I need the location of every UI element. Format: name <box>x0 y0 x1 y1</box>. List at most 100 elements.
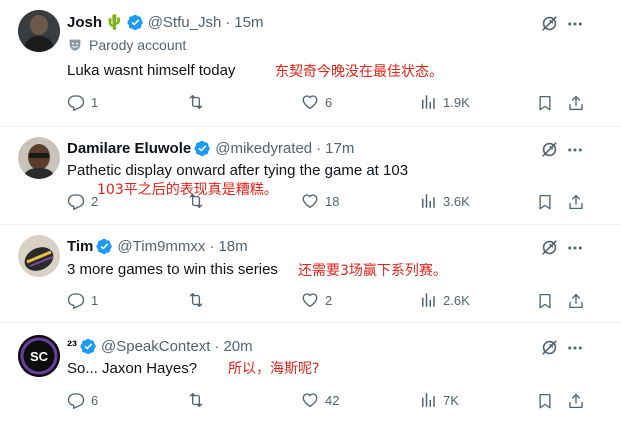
timestamp[interactable]: 17m <box>325 140 354 157</box>
like-button[interactable]: 6 <box>301 93 332 111</box>
reply-count: 6 <box>91 392 99 408</box>
verified-badge-icon <box>127 14 144 31</box>
reply-button[interactable]: 2 <box>67 192 98 210</box>
repost-icon <box>187 192 205 210</box>
translation-note: 还需要3场赢下系列赛。 <box>298 263 447 279</box>
views-count: 7K <box>443 392 459 408</box>
avatar-tim[interactable] <box>18 235 60 277</box>
like-icon <box>301 291 319 309</box>
repost-icon <box>187 391 205 409</box>
tweet-text: Pathetic display onward after tying the … <box>67 162 409 179</box>
like-count: 42 <box>325 392 340 408</box>
reply-count: 2 <box>91 193 99 209</box>
user-handle[interactable]: @SpeakContext <box>101 338 210 355</box>
views-button[interactable]: 2.6K <box>419 291 470 309</box>
action-bar: 6 42 7K <box>0 391 621 411</box>
parody-text: Parody account <box>89 37 187 53</box>
display-name[interactable]: Damilare Eluwole <box>67 140 191 157</box>
bookmark-icon[interactable] <box>536 292 554 310</box>
views-button[interactable]: 1.9K <box>419 93 470 111</box>
display-name[interactable]: Josh <box>67 14 102 31</box>
action-bar: 2 18 3.6K <box>0 192 621 212</box>
tweet-damilare[interactable]: Damilare Eluwole @mikedyrated · 17m Path… <box>0 127 621 224</box>
tweet-josh[interactable]: Josh 🌵 @Stfu_Jsh · 15m Parody account Lu… <box>0 0 621 126</box>
user-handle[interactable]: @Stfu_Jsh <box>148 14 222 31</box>
avatar-initials: SC <box>30 349 49 364</box>
bookmark-icon[interactable] <box>536 94 554 112</box>
separator-dot: · <box>225 13 231 31</box>
bookmark-icon[interactable] <box>536 392 554 410</box>
repost-icon <box>187 291 205 309</box>
repost-button[interactable] <box>187 93 211 111</box>
share-icon[interactable] <box>567 292 585 310</box>
action-bar: 1 2 2.6K <box>0 291 621 311</box>
like-icon <box>301 192 319 210</box>
more-icon[interactable] <box>566 15 584 33</box>
tweet-text: Luka wasnt himself today <box>67 62 236 79</box>
like-count: 2 <box>325 292 333 308</box>
bookmark-icon[interactable] <box>536 193 554 211</box>
separator-dot: · <box>316 139 322 157</box>
tweet-header: ²³ @SpeakContext · 20m <box>67 336 253 356</box>
grok-icon[interactable] <box>540 140 559 159</box>
reply-icon <box>67 391 85 409</box>
reply-icon <box>67 291 85 309</box>
views-count: 1.9K <box>443 94 470 110</box>
like-icon <box>301 391 319 409</box>
views-button[interactable]: 3.6K <box>419 192 470 210</box>
separator-dot: · <box>214 337 220 355</box>
translation-note: 所以，海斯呢? <box>228 361 320 377</box>
like-button[interactable]: 18 <box>301 192 339 210</box>
like-button[interactable]: 2 <box>301 291 332 309</box>
avatar-josh[interactable] <box>18 10 60 52</box>
verified-badge-icon <box>194 140 211 157</box>
timestamp[interactable]: 20m <box>223 338 252 355</box>
tweet-header: Josh 🌵 @Stfu_Jsh · 15m <box>67 12 263 32</box>
views-icon <box>419 291 437 309</box>
tweet-speakcontext[interactable]: SC ²³ @SpeakContext · 20m So... Jaxon Ha… <box>0 323 621 427</box>
views-icon <box>419 93 437 111</box>
grok-icon[interactable] <box>540 238 559 257</box>
repost-icon <box>187 93 205 111</box>
reply-icon <box>67 93 85 111</box>
verified-badge-icon <box>80 338 97 355</box>
tweet-tim[interactable]: Tim @Tim9mmxx · 18m 3 more games to win … <box>0 225 621 322</box>
grok-icon[interactable] <box>540 338 559 357</box>
repost-button[interactable] <box>187 291 211 309</box>
share-icon[interactable] <box>567 193 585 211</box>
tweet-header: Tim @Tim9mmxx · 18m <box>67 236 248 256</box>
share-icon[interactable] <box>567 94 585 112</box>
repost-button[interactable] <box>187 391 211 409</box>
more-icon[interactable] <box>566 239 584 257</box>
cactus-emoji-icon: 🌵 <box>105 14 124 31</box>
reply-button[interactable]: 6 <box>67 391 98 409</box>
more-icon[interactable] <box>566 339 584 357</box>
separator-dot: · <box>209 237 215 255</box>
like-count: 6 <box>325 94 333 110</box>
reply-button[interactable]: 1 <box>67 291 98 309</box>
parody-mask-icon <box>67 37 83 53</box>
display-name[interactable]: Tim <box>67 238 93 255</box>
user-handle[interactable]: @Tim9mmxx <box>117 238 205 255</box>
avatar-damilare[interactable] <box>18 137 60 179</box>
action-bar: 1 6 1.9K <box>0 93 621 113</box>
user-handle[interactable]: @mikedyrated <box>215 140 312 157</box>
translation-note: 东契奇今晚没在最佳状态。 <box>275 64 443 80</box>
timestamp[interactable]: 15m <box>234 14 263 31</box>
repost-button[interactable] <box>187 192 211 210</box>
views-icon <box>419 192 437 210</box>
views-count: 2.6K <box>443 292 470 308</box>
like-button[interactable]: 42 <box>301 391 339 409</box>
reply-button[interactable]: 1 <box>67 93 98 111</box>
views-icon <box>419 391 437 409</box>
grok-icon[interactable] <box>540 14 559 33</box>
parody-label: Parody account <box>67 37 186 53</box>
share-icon[interactable] <box>567 392 585 410</box>
more-icon[interactable] <box>566 141 584 159</box>
timestamp[interactable]: 18m <box>218 238 247 255</box>
avatar-speakcontext[interactable]: SC <box>18 335 60 377</box>
views-button[interactable]: 7K <box>419 391 459 409</box>
display-name[interactable]: ²³ <box>67 338 77 355</box>
tweet-text: So... Jaxon Hayes? <box>67 360 198 377</box>
reply-count: 1 <box>91 94 99 110</box>
